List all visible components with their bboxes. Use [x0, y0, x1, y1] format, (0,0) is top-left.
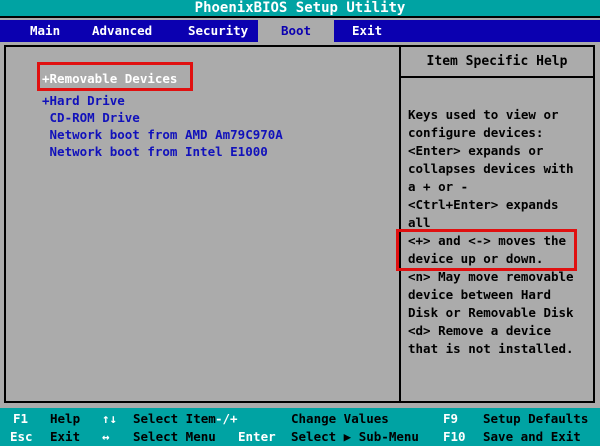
panel-divider [399, 45, 401, 403]
legend-label-change-values: Change Values [291, 411, 389, 427]
legend-label-select-menu: Select Menu [133, 429, 216, 445]
boot-item-network-intel[interactable]: Network boot from Intel E1000 [42, 144, 268, 161]
help-line: Disk or Removable Disk [408, 304, 588, 322]
legend-label-exit: Exit [50, 429, 80, 445]
help-line: a + or - [408, 178, 588, 196]
annotation-box-selected-device [37, 62, 193, 91]
help-line: <Ctrl+Enter> expands [408, 196, 588, 214]
menu-item-boot-active-tab[interactable]: Boot [258, 20, 334, 42]
help-line: that is not installed. [408, 340, 588, 358]
key-legend-bar: F1 Help ↑↓ Select Item -/+ Change Values… [0, 408, 600, 446]
help-line: collapses devices with [408, 160, 588, 178]
app-title: PhoenixBIOS Setup Utility [195, 0, 406, 16]
menu-item-advanced[interactable]: Advanced [92, 23, 152, 40]
menu-item-exit[interactable]: Exit [352, 23, 382, 40]
legend-key-f10: F10 [443, 429, 466, 445]
boot-item-network-amd[interactable]: Network boot from AMD Am79C970A [42, 127, 283, 144]
legend-key-f9: F9 [443, 411, 458, 427]
help-line: configure devices: [408, 124, 588, 142]
menu-bar: Main Advanced Security Boot Exit [0, 20, 600, 42]
help-line: device between Hard [408, 286, 588, 304]
legend-key-updown-icon: ↑↓ [102, 411, 117, 427]
help-line: Keys used to view or [408, 106, 588, 124]
legend-key-minus-plus: -/+ [215, 411, 238, 427]
legend-row-1: F1 Help ↑↓ Select Item -/+ Change Values… [0, 411, 600, 428]
legend-key-leftright-icon: ↔ [102, 429, 110, 445]
main-panel: +Removable Devices +Hard Drive CD-ROM Dr… [0, 42, 600, 408]
legend-label-help: Help [50, 411, 80, 427]
help-line: <d> Remove a device [408, 322, 588, 340]
legend-label-select-item: Select Item [133, 411, 216, 427]
boot-item-cdrom-drive[interactable]: CD-ROM Drive [42, 110, 140, 127]
legend-key-enter: Enter [238, 429, 276, 445]
menu-item-main[interactable]: Main [30, 23, 60, 40]
help-line: <Enter> expands or [408, 142, 588, 160]
legend-key-esc: Esc [10, 429, 33, 445]
menu-item-security[interactable]: Security [188, 23, 248, 40]
legend-key-f1: F1 [13, 411, 28, 427]
legend-label-select-submenu: Select ▶ Sub-Menu [291, 429, 419, 445]
annotation-box-help-text [396, 229, 577, 271]
legend-label-save-and-exit: Save and Exit [483, 429, 581, 445]
bios-setup-screen: PhoenixBIOS Setup Utility Main Advanced … [0, 0, 600, 446]
legend-row-2: Esc Exit ↔ Select Menu Enter Select ▶ Su… [0, 429, 600, 446]
legend-label-setup-defaults: Setup Defaults [483, 411, 588, 427]
boot-item-hard-drive[interactable]: +Hard Drive [42, 93, 125, 110]
help-panel-title: Item Specific Help [401, 47, 593, 78]
title-bar: PhoenixBIOS Setup Utility [0, 0, 600, 18]
